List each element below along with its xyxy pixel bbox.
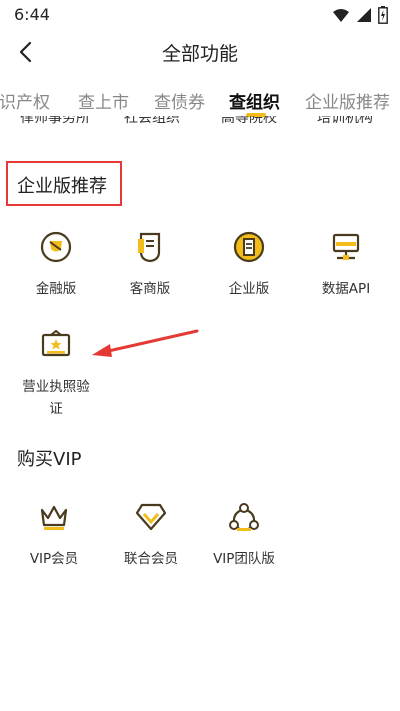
enterprise-badge-icon xyxy=(233,231,265,263)
tab-enterprise[interactable]: 企业版推荐 xyxy=(305,88,390,113)
label-line-2: 证 xyxy=(49,401,63,417)
grid-item-label: VIP团队版 xyxy=(213,551,275,567)
battery-icon xyxy=(378,6,388,24)
grid-item-data-api[interactable]: 数据API xyxy=(298,230,394,300)
grid-item-label: 联合会员 xyxy=(124,551,178,567)
grid-item-joint-member[interactable]: 联合会员 xyxy=(103,500,199,570)
server-api-icon xyxy=(332,233,360,260)
signal-icon xyxy=(357,8,371,22)
list-item[interactable]: 社会组织 xyxy=(124,116,180,127)
grid-item-label: 营业执照验 证 xyxy=(8,376,104,420)
grid-item-label: 金融版 xyxy=(35,281,77,297)
grid-item-enterprise[interactable]: 企业版 xyxy=(201,230,297,300)
nav-bar: 全部功能 xyxy=(0,30,400,74)
partial-row: 律师事务所 社会组织 高等院校 培训机构 xyxy=(0,116,400,136)
license-frame-icon xyxy=(41,329,71,357)
grid-item-license-verify[interactable]: 营业执照验 证 xyxy=(8,328,104,420)
wifi-icon xyxy=(333,9,349,22)
grid-item-label: 企业版 xyxy=(228,281,270,297)
label-line-1: 营业执照验 xyxy=(22,379,90,395)
grid-item-merchant[interactable]: 客商版 xyxy=(102,230,198,300)
highlight-box xyxy=(6,161,122,206)
grid-item-finance[interactable]: 金融版 xyxy=(8,230,104,300)
page-title: 全部功能 xyxy=(161,43,238,65)
list-item[interactable]: 培训机构 xyxy=(317,116,373,127)
list-item[interactable]: 律师事务所 xyxy=(20,116,90,127)
crown-icon xyxy=(40,505,68,530)
status-bar: 6:44 xyxy=(0,0,400,30)
tab-ip[interactable]: 知识产权 xyxy=(0,88,50,113)
tab-listed[interactable]: 查上市 xyxy=(78,88,129,113)
vip-section-title: 购买VIP xyxy=(17,449,82,470)
grid-item-label: 客商版 xyxy=(129,281,171,297)
team-icon xyxy=(229,503,259,532)
grid-item-label: 数据API xyxy=(321,281,371,297)
grid-item-vip-member[interactable]: VIP会员 xyxy=(6,500,102,570)
diamond-icon xyxy=(135,503,167,531)
list-item[interactable]: 高等院校 xyxy=(221,116,277,127)
grid-item-vip-team[interactable]: VIP团队版 xyxy=(196,500,292,570)
tab-bonds[interactable]: 查债券 xyxy=(154,88,205,113)
finance-shield-icon xyxy=(40,231,72,263)
status-time: 6:44 xyxy=(14,5,50,24)
grid-item-label: VIP会员 xyxy=(29,551,79,567)
tab-organization[interactable]: 查组织 xyxy=(229,88,280,113)
merchant-document-icon xyxy=(138,232,161,263)
